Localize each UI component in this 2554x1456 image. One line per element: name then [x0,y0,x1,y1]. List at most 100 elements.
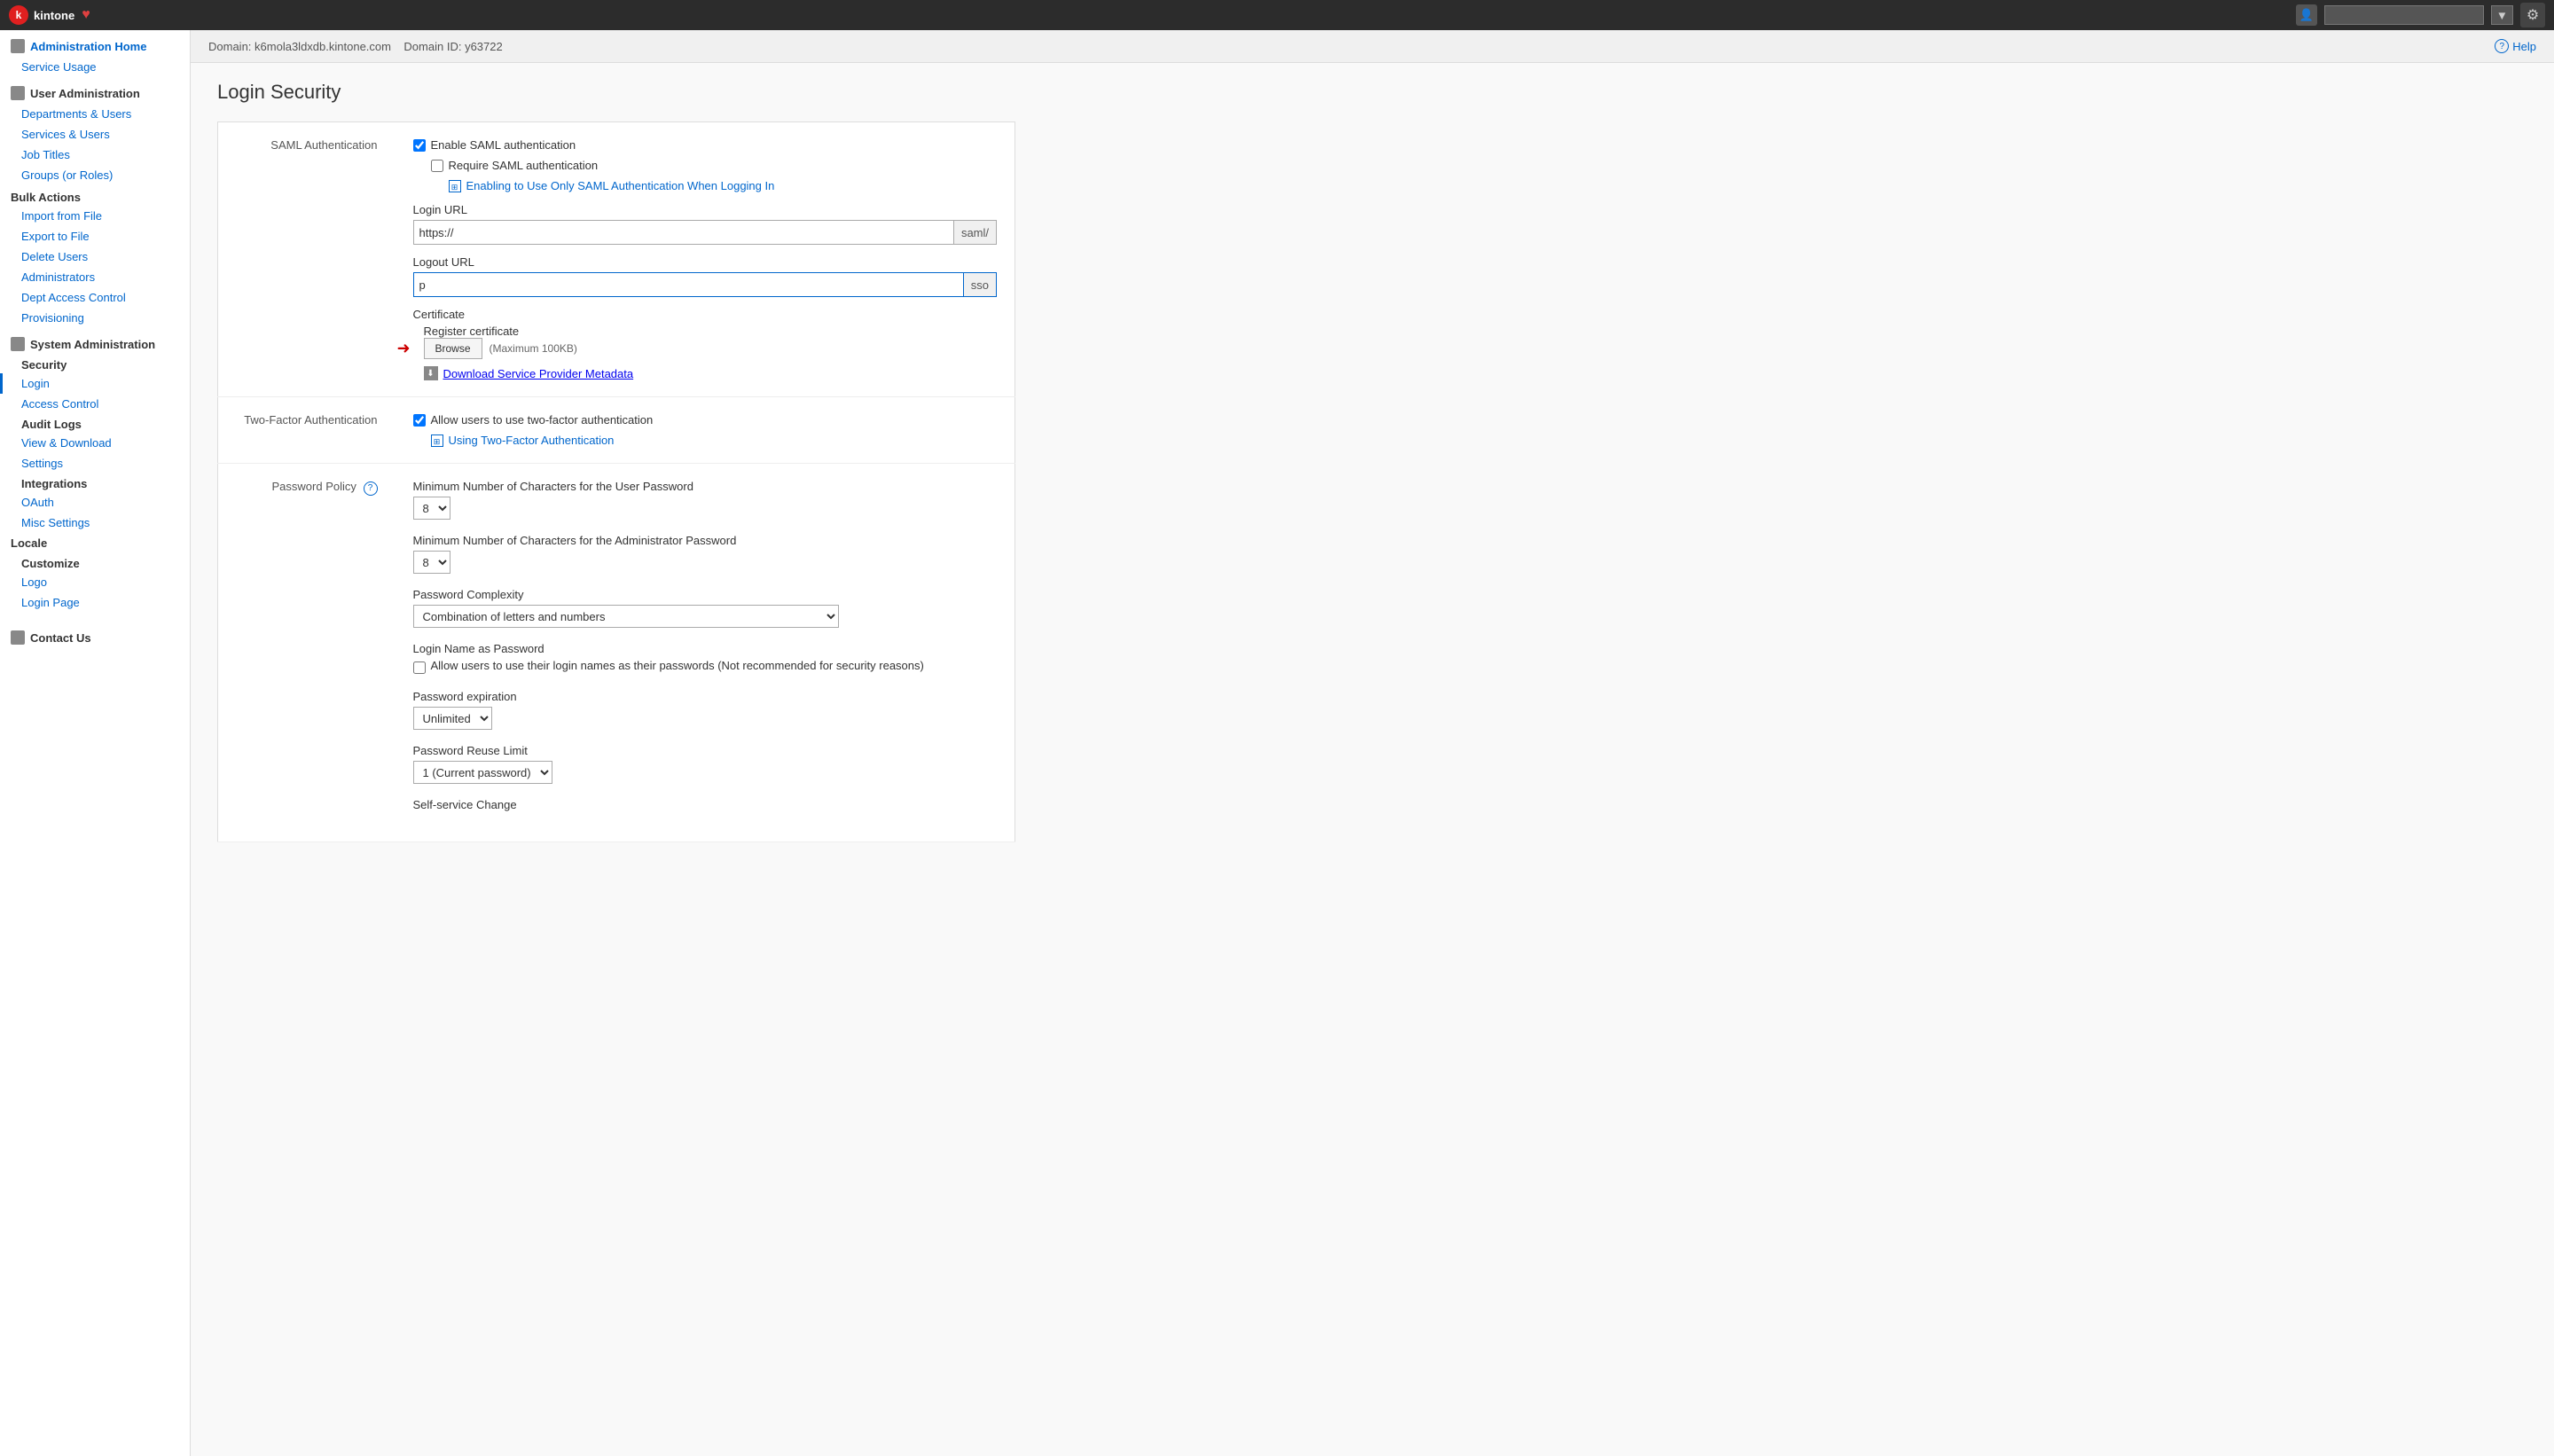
password-policy-row-label: Password Policy ? [218,464,396,842]
two-factor-link-row: ⊞ Using Two-Factor Authentication [431,434,998,447]
service-usage-link[interactable]: Service Usage [0,57,190,77]
import-link[interactable]: Import from File [0,206,190,226]
layout: Administration Home Service Usage User A… [0,30,2554,1456]
delete-users-link[interactable]: Delete Users [0,247,190,267]
oauth-link[interactable]: OAuth [0,492,190,513]
login-name-checkbox[interactable] [413,661,426,674]
customize-category: Customize [0,553,190,572]
admin-home-link[interactable]: Administration Home [30,40,146,53]
min-user-password-section: Minimum Number of Characters for the Use… [413,480,998,520]
login-link[interactable]: Login [0,373,190,394]
sys-admin-header: System Administration [0,328,190,355]
expiration-label: Password expiration [413,690,998,703]
logout-url-label: Logout URL [413,255,998,269]
login-name-check-label: Allow users to use their login names as … [431,659,924,672]
user-icon[interactable]: 👤 [2296,4,2317,26]
min-user-select[interactable]: 8 [413,497,450,520]
access-control-link[interactable]: Access Control [0,394,190,414]
administrators-link[interactable]: Administrators [0,267,190,287]
heart-icon: ♥ [82,7,90,23]
dept-access-link[interactable]: Dept Access Control [0,287,190,308]
two-factor-row-content: Allow users to use two-factor authentica… [396,397,1015,464]
security-category: Security [0,355,190,373]
download-icon: ⬇ [424,366,438,380]
require-saml-row: Require SAML authentication [431,159,998,172]
domain-info: Domain: k6mola3ldxdb.kintone.com Domain … [208,40,503,53]
audit-logs-category: Audit Logs [0,414,190,433]
help-link[interactable]: ? Help [2495,39,2536,53]
saml-doc-link[interactable]: Enabling to Use Only SAML Authentication… [466,179,775,192]
gear-icon[interactable]: ⚙ [2520,3,2545,27]
two-factor-doc-link[interactable]: Using Two-Factor Authentication [449,434,615,447]
services-users-link[interactable]: Services & Users [0,124,190,145]
locale-link[interactable]: Locale [0,533,190,553]
browse-button[interactable]: Browse [424,338,482,359]
password-reuse-section: Password Reuse Limit 1 (Current password… [413,744,998,784]
groups-link[interactable]: Groups (or Roles) [0,165,190,185]
sys-admin-icon [11,337,25,351]
self-service-label: Self-service Change [413,798,998,811]
password-complexity-section: Password Complexity Combination of lette… [413,588,998,628]
settings-table: SAML Authentication Enable SAML authenti… [217,121,1015,842]
topbar: k kintone ♥ 👤 ▼ ⚙ [0,0,2554,30]
admin-home-section: Administration Home [0,30,190,57]
view-download-link[interactable]: View & Download [0,433,190,453]
search-dropdown-button[interactable]: ▼ [2491,5,2513,25]
password-policy-row-content: Minimum Number of Characters for the Use… [396,464,1015,842]
allow-two-factor-checkbox[interactable] [413,414,426,427]
password-policy-row: Password Policy ? Minimum Number of Char… [218,464,1015,842]
job-titles-link[interactable]: Job Titles [0,145,190,165]
help-circle-icon: ? [2495,39,2509,53]
logo-link[interactable]: Logo [0,572,190,592]
saml-row: SAML Authentication Enable SAML authenti… [218,122,1015,397]
help-label: Help [2512,40,2536,53]
enable-saml-checkbox[interactable] [413,139,426,152]
export-link[interactable]: Export to File [0,226,190,247]
login-url-row: saml/ [413,220,998,245]
dept-users-link[interactable]: Departments & Users [0,104,190,124]
min-admin-select[interactable]: 8 [413,551,450,574]
min-admin-label: Minimum Number of Characters for the Adm… [413,534,998,547]
login-url-input[interactable] [413,220,954,245]
reuse-label: Password Reuse Limit [413,744,998,757]
enable-saml-row: Enable SAML authentication [413,138,998,152]
certificate-section: Certificate Register certificate ➜ Brows… [413,308,998,359]
require-saml-checkbox[interactable] [431,160,443,172]
two-factor-row-label: Two-Factor Authentication [218,397,396,464]
cert-label: Certificate [413,308,998,321]
saml-link-row: ⊞ Enabling to Use Only SAML Authenticati… [449,179,998,192]
logout-url-input[interactable] [413,272,964,297]
domain-label: Domain: [208,40,251,53]
login-page-link[interactable]: Login Page [0,592,190,613]
download-row: ⬇ Download Service Provider Metadata [424,366,998,380]
reuse-select[interactable]: 1 (Current password) [413,761,552,784]
bulk-actions-category: Bulk Actions [0,185,190,206]
user-admin-icon [11,86,25,100]
domain-bar: Domain: k6mola3ldxdb.kintone.com Domain … [191,30,2554,63]
search-input[interactable] [2324,5,2484,25]
app-name: kintone [34,9,74,22]
two-factor-ext-icon: ⊞ [431,434,443,447]
max-size-label: (Maximum 100KB) [490,342,577,355]
expiration-select[interactable]: Unlimited [413,707,492,730]
audit-settings-link[interactable]: Settings [0,453,190,474]
self-service-section: Self-service Change [413,798,998,811]
two-factor-row: Two-Factor Authentication Allow users to… [218,397,1015,464]
complexity-label: Password Complexity [413,588,998,601]
saml-row-content: Enable SAML authentication Require SAML … [396,122,1015,397]
login-url-label: Login URL [413,203,998,216]
top-right-controls: 👤 ▼ ⚙ [2296,3,2545,27]
logout-url-row: sso [413,272,998,297]
password-expiration-section: Password expiration Unlimited [413,690,998,730]
contact-us-label: Contact Us [30,631,91,645]
login-name-checkbox-row: Allow users to use their login names as … [413,659,998,676]
register-cert-row: Register certificate [424,325,998,338]
misc-settings-link[interactable]: Misc Settings [0,513,190,533]
password-policy-help-icon[interactable]: ? [364,481,378,496]
require-saml-label: Require SAML authentication [449,159,599,172]
register-cert-label: Register certificate [424,325,520,338]
allow-two-factor-row: Allow users to use two-factor authentica… [413,413,998,427]
complexity-select[interactable]: Combination of letters and numbers [413,605,839,628]
provisioning-link[interactable]: Provisioning [0,308,190,328]
download-metadata-link[interactable]: Download Service Provider Metadata [443,367,634,380]
